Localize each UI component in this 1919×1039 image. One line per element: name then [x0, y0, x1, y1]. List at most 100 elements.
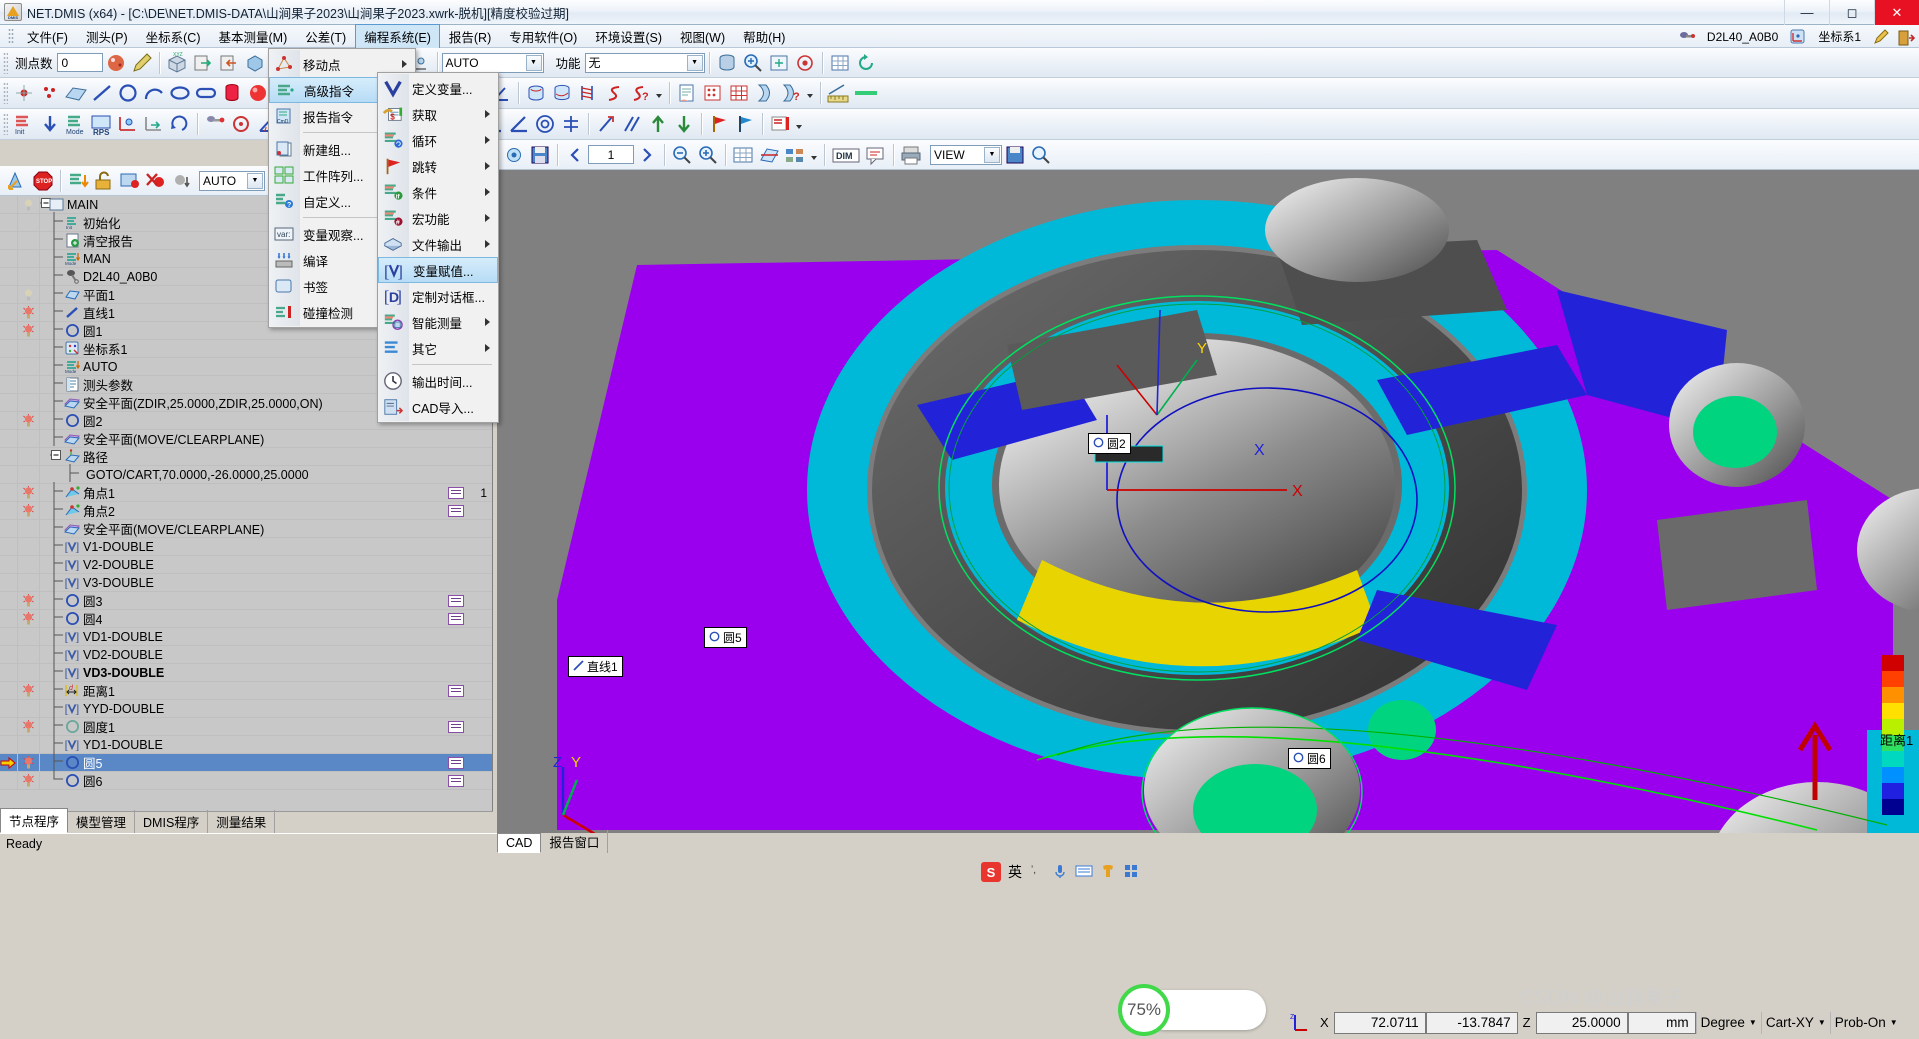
init-program-icon[interactable]: Init	[11, 111, 37, 137]
export-icon[interactable]	[216, 50, 242, 76]
grid-matrix-icon[interactable]	[726, 80, 752, 106]
ellipse-feature-icon[interactable]	[167, 80, 193, 106]
tree-visibility-bulb[interactable]	[18, 646, 40, 663]
menu-item-assign-variable[interactable]: [] 变量赋值...	[378, 257, 498, 283]
tree-visibility-bulb[interactable]	[18, 484, 40, 501]
cad-zoom-in-icon[interactable]	[695, 142, 721, 168]
tree-row-27[interactable]: d 距离1	[0, 680, 492, 700]
tree-visibility-bulb[interactable]	[18, 214, 40, 231]
circle-feature-icon[interactable]	[115, 80, 141, 106]
menu-file[interactable]: 文件(F)	[18, 24, 77, 49]
tree-row-19[interactable]: [] V1-DOUBLE	[0, 536, 492, 556]
tree-visibility-bulb[interactable]	[18, 754, 40, 771]
more-tools-3-icon[interactable]	[793, 111, 805, 137]
close-button[interactable]: ✕	[1874, 0, 1919, 25]
tol-symmetry-icon[interactable]	[558, 111, 584, 137]
tol-angularity-icon[interactable]	[506, 111, 532, 137]
cube-blue-icon[interactable]	[242, 50, 268, 76]
arrow-down-green-icon[interactable]	[671, 111, 697, 137]
tree-visibility-bulb[interactable]	[18, 304, 40, 321]
ime-keyboard-icon[interactable]	[1075, 863, 1093, 882]
chevron-down-icon[interactable]: ▼	[525, 54, 542, 71]
point-feature-icon[interactable]	[11, 80, 37, 106]
cyl-side-icon[interactable]	[549, 80, 575, 106]
chevron-down-icon-3[interactable]: ▼	[247, 172, 263, 189]
menu-item-define-variable[interactable]: 定义变量...	[378, 75, 498, 101]
box-3d-icon[interactable]: XYZ	[164, 50, 190, 76]
measure-pencil-icon[interactable]	[129, 50, 155, 76]
note-red-icon[interactable]	[767, 111, 793, 137]
tree-visibility-bulb[interactable]	[18, 250, 40, 267]
cad-page-value[interactable]: 1	[588, 145, 634, 164]
add-point-icon[interactable]	[117, 168, 143, 194]
tree-visibility-bulb[interactable]	[18, 466, 40, 483]
curve-surface-icon[interactable]	[752, 80, 778, 106]
tree-visibility-bulb[interactable]	[18, 448, 40, 465]
slot-feature-icon[interactable]	[193, 80, 219, 106]
tree-visibility-bulb[interactable]	[18, 556, 40, 573]
toolbar3-grip[interactable]	[3, 113, 8, 135]
menu-item-cad-import[interactable]: CAD导入...	[378, 394, 498, 420]
tree-row-keypad-icon[interactable]	[448, 594, 464, 607]
arc-feature-icon[interactable]	[141, 80, 167, 106]
tol-runout-icon[interactable]	[593, 111, 619, 137]
exit-door-icon[interactable]	[1897, 29, 1916, 45]
cad-next-icon[interactable]	[634, 142, 660, 168]
line-feature-icon[interactable]	[89, 80, 115, 106]
tree-row-26[interactable]: [] VD3-DOUBLE	[0, 662, 492, 682]
tab-cad[interactable]: CAD	[497, 833, 542, 853]
ruler-measure-icon[interactable]	[825, 80, 851, 106]
tree-visibility-bulb[interactable]	[18, 610, 40, 627]
ime-lang-label[interactable]: 英	[1008, 862, 1022, 882]
ime-apps-icon[interactable]	[1123, 863, 1139, 882]
menu-environment-settings[interactable]: 环境设置(S)	[586, 24, 671, 49]
menu-basic-measure[interactable]: 基本测量(M)	[210, 24, 297, 49]
scurve-icon[interactable]	[601, 80, 627, 106]
minimize-button[interactable]: —	[1784, 0, 1829, 25]
report-doc-icon[interactable]	[674, 80, 700, 106]
coord-unit[interactable]: mm	[1627, 1011, 1696, 1034]
function-combo[interactable]: 无 ▼	[584, 52, 705, 73]
menu-item-file-output[interactable]: 文件输出	[378, 231, 498, 257]
mode-combo[interactable]: AUTO ▼	[441, 52, 544, 73]
arrow-up-green-icon[interactable]	[645, 111, 671, 137]
cad-viewport[interactable]: Y X X Z Y X	[497, 170, 1919, 835]
insert-command-icon[interactable]	[65, 168, 91, 194]
tree-row-keypad-icon[interactable]	[448, 684, 464, 697]
tree-visibility-bulb[interactable]	[18, 430, 40, 447]
cad-label-line1[interactable]: 直线1	[568, 656, 623, 677]
tree-row-30[interactable]: [] YD1-DOUBLE	[0, 734, 492, 754]
cad-dimension-icon[interactable]: DIM	[829, 142, 863, 168]
menu-coordinate-system[interactable]: 坐标系(C)	[137, 24, 210, 49]
tree-row-24[interactable]: [] VD1-DOUBLE	[0, 626, 492, 646]
tree-row-29[interactable]: 圆度1	[0, 716, 492, 736]
cad-label-circle5[interactable]: 圆5	[704, 627, 747, 648]
target-icon[interactable]	[792, 50, 818, 76]
chevron-down-icon-4[interactable]: ▼	[984, 146, 1000, 163]
menu-item-other[interactable]: 其它	[378, 335, 498, 361]
cad-save-icon[interactable]	[527, 142, 553, 168]
toolbar2-grip[interactable]	[3, 82, 8, 104]
angle-unit-dropdown[interactable]: Degree ▼	[1695, 1011, 1761, 1034]
cad-annotate-icon[interactable]	[863, 142, 889, 168]
cad-print-icon[interactable]	[898, 142, 924, 168]
performance-widget[interactable]: 75% ↓ 1K/s CPU 48℃ ✛	[1118, 984, 1278, 1036]
scurve-help-icon[interactable]: ?	[627, 80, 653, 106]
flag-blue-icon[interactable]	[732, 111, 758, 137]
menu-item-loop[interactable]: 循环	[378, 127, 498, 153]
cad-view-combo[interactable]: VIEW ▼	[930, 144, 1002, 165]
tree-visibility-bulb[interactable]	[18, 412, 40, 429]
menu-item-smart-measure[interactable]: 智能测量	[378, 309, 498, 335]
tree-visibility-bulb[interactable]	[18, 538, 40, 555]
coord-z-value[interactable]: 25.0000	[1535, 1011, 1628, 1034]
tree-row-keypad-icon[interactable]	[448, 720, 464, 733]
tree-visibility-bulb[interactable]	[18, 664, 40, 681]
tree-visibility-bulb[interactable]	[18, 772, 40, 789]
menu-report[interactable]: 报告(R)	[440, 24, 500, 49]
unlock-icon[interactable]	[91, 168, 117, 194]
cad-search-icon[interactable]	[1028, 142, 1054, 168]
grid-view-icon[interactable]	[827, 50, 853, 76]
tree-row-keypad-icon[interactable]	[448, 486, 464, 499]
ime-punct-icon[interactable]: ʼ,	[1029, 863, 1045, 882]
cad-prev-icon[interactable]	[562, 142, 588, 168]
